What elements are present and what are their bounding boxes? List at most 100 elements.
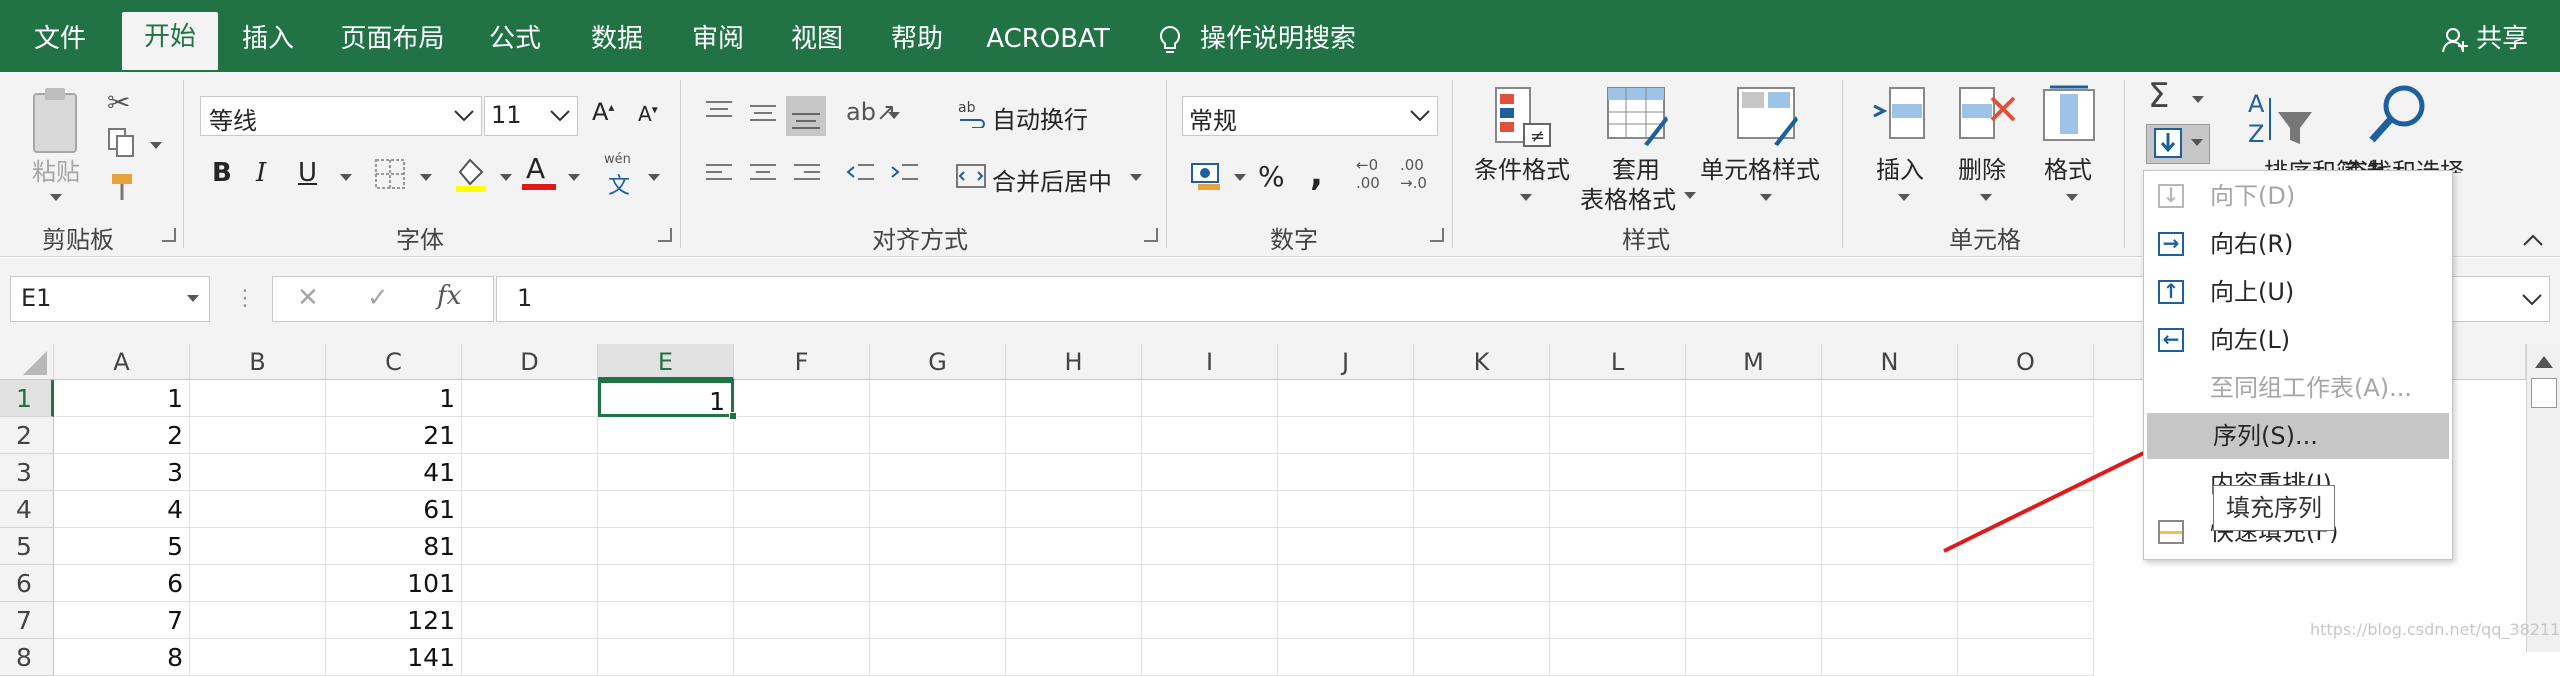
cell-n3[interactable] bbox=[1822, 454, 1958, 491]
merge-center-button[interactable]: 合并后居中 bbox=[992, 162, 1112, 197]
cell-o8[interactable] bbox=[1958, 639, 2094, 676]
copy-dropdown-icon[interactable] bbox=[150, 142, 162, 149]
cell-b2[interactable] bbox=[190, 417, 326, 454]
cell-d3[interactable] bbox=[462, 454, 598, 491]
cell-m7[interactable] bbox=[1686, 602, 1822, 639]
cell-d1[interactable] bbox=[462, 380, 598, 417]
row-header[interactable]: 6 bbox=[0, 565, 54, 602]
delete-cells-button[interactable]: 删除 bbox=[1958, 150, 2006, 185]
underline-button[interactable]: U bbox=[298, 158, 317, 188]
tab-home[interactable]: 开始 bbox=[122, 12, 218, 70]
row-header[interactable]: 3 bbox=[0, 454, 54, 491]
menu-item-fill-up[interactable]: ↑ 向上(U) bbox=[2144, 269, 2452, 315]
tab-page-layout[interactable]: 页面布局 bbox=[330, 14, 455, 72]
cell-e7[interactable] bbox=[598, 602, 734, 639]
find-select-icon[interactable] bbox=[2366, 82, 2430, 150]
cell-f5[interactable] bbox=[734, 528, 870, 565]
column-header-k[interactable]: K bbox=[1414, 344, 1550, 380]
font-size-select[interactable]: 11 bbox=[484, 96, 578, 136]
cell-b1[interactable] bbox=[190, 380, 326, 417]
cell-l2[interactable] bbox=[1550, 417, 1686, 454]
cell-styles-button[interactable]: 单元格样式 bbox=[1700, 150, 1820, 185]
cell-m8[interactable] bbox=[1686, 639, 1822, 676]
cell-g2[interactable] bbox=[870, 417, 1006, 454]
cell-d6[interactable] bbox=[462, 565, 598, 602]
conditional-formatting-dropdown-icon[interactable] bbox=[1520, 194, 1532, 201]
conditional-formatting-button[interactable]: 条件格式 bbox=[1474, 150, 1570, 185]
cell-b3[interactable] bbox=[190, 454, 326, 491]
borders-icon[interactable] bbox=[374, 158, 406, 194]
cell-k1[interactable] bbox=[1414, 380, 1550, 417]
cell-h5[interactable] bbox=[1006, 528, 1142, 565]
cell-n1[interactable] bbox=[1822, 380, 1958, 417]
cell-g7[interactable] bbox=[870, 602, 1006, 639]
cell-c7[interactable]: 121 bbox=[326, 602, 462, 639]
percent-button[interactable]: % bbox=[1258, 160, 1285, 193]
cell-f2[interactable] bbox=[734, 417, 870, 454]
cell-n7[interactable] bbox=[1822, 602, 1958, 639]
cell-l1[interactable] bbox=[1550, 380, 1686, 417]
align-left-icon[interactable] bbox=[704, 162, 734, 190]
sort-filter-icon[interactable]: AZ bbox=[2248, 88, 2316, 156]
cell-k5[interactable] bbox=[1414, 528, 1550, 565]
cell-h3[interactable] bbox=[1006, 454, 1142, 491]
decrease-indent-icon[interactable] bbox=[846, 162, 876, 190]
cell-m4[interactable] bbox=[1686, 491, 1822, 528]
cell-a1[interactable]: 1 bbox=[54, 380, 190, 417]
cell-a7[interactable]: 7 bbox=[54, 602, 190, 639]
cell-o6[interactable] bbox=[1958, 565, 2094, 602]
formula-bar-handle-icon[interactable]: ⋮ bbox=[234, 286, 256, 311]
cell-k3[interactable] bbox=[1414, 454, 1550, 491]
cell-n4[interactable] bbox=[1822, 491, 1958, 528]
scrollbar-thumb[interactable] bbox=[2531, 378, 2557, 408]
cell-a2[interactable]: 2 bbox=[54, 417, 190, 454]
cell-l3[interactable] bbox=[1550, 454, 1686, 491]
menu-item-fill-series[interactable]: 序列(S)... bbox=[2147, 413, 2449, 459]
tab-data[interactable]: 数据 bbox=[575, 14, 659, 72]
cell-f4[interactable] bbox=[734, 491, 870, 528]
cell-g3[interactable] bbox=[870, 454, 1006, 491]
fill-button[interactable] bbox=[2146, 124, 2210, 164]
column-header-j[interactable]: J bbox=[1278, 344, 1414, 380]
cell-styles-icon[interactable] bbox=[1736, 86, 1798, 152]
decrease-font-button[interactable]: A▾ bbox=[638, 102, 658, 126]
cell-j1[interactable] bbox=[1278, 380, 1414, 417]
row-header[interactable]: 7 bbox=[0, 602, 54, 639]
cell-d5[interactable] bbox=[462, 528, 598, 565]
delete-cells-dropdown-icon[interactable] bbox=[1980, 194, 1992, 201]
tab-file[interactable]: 文件 bbox=[10, 14, 110, 72]
column-header-f[interactable]: F bbox=[734, 344, 870, 380]
row-header[interactable]: 5 bbox=[0, 528, 54, 565]
insert-cells-icon[interactable] bbox=[1870, 86, 1926, 146]
format-as-table-line2[interactable]: 表格格式 bbox=[1580, 180, 1676, 215]
phonetic-dropdown-icon[interactable] bbox=[648, 174, 660, 181]
underline-dropdown-icon[interactable] bbox=[340, 174, 352, 181]
cell-g1[interactable] bbox=[870, 380, 1006, 417]
tab-help[interactable]: 帮助 bbox=[875, 14, 959, 72]
insert-cells-dropdown-icon[interactable] bbox=[1898, 194, 1910, 201]
cell-c6[interactable]: 101 bbox=[326, 565, 462, 602]
cell-j7[interactable] bbox=[1278, 602, 1414, 639]
cell-o1[interactable] bbox=[1958, 380, 2094, 417]
align-bottom-icon[interactable] bbox=[786, 96, 826, 136]
cell-j3[interactable] bbox=[1278, 454, 1414, 491]
vertical-scrollbar[interactable] bbox=[2526, 344, 2560, 652]
cancel-icon[interactable]: ✕ bbox=[297, 283, 319, 313]
autosum-dropdown-icon[interactable] bbox=[2192, 96, 2204, 103]
expand-formula-bar-icon[interactable] bbox=[2521, 293, 2543, 307]
cell-j5[interactable] bbox=[1278, 528, 1414, 565]
font-color-dropdown-icon[interactable] bbox=[568, 174, 580, 181]
column-header-n[interactable]: N bbox=[1822, 344, 1958, 380]
format-as-table-dropdown-icon[interactable] bbox=[1684, 192, 1696, 199]
delete-cells-icon[interactable] bbox=[1958, 86, 2018, 146]
cell-i1[interactable] bbox=[1142, 380, 1278, 417]
cell-o7[interactable] bbox=[1958, 602, 2094, 639]
cell-i3[interactable] bbox=[1142, 454, 1278, 491]
share-button[interactable]: 共享 bbox=[2430, 14, 2540, 72]
tab-view[interactable]: 视图 bbox=[775, 14, 859, 72]
select-all-corner[interactable] bbox=[0, 344, 54, 380]
cell-n2[interactable] bbox=[1822, 417, 1958, 454]
font-color-button[interactable]: A bbox=[522, 154, 556, 190]
fill-color-dropdown-icon[interactable] bbox=[500, 174, 512, 181]
cell-e5[interactable] bbox=[598, 528, 734, 565]
